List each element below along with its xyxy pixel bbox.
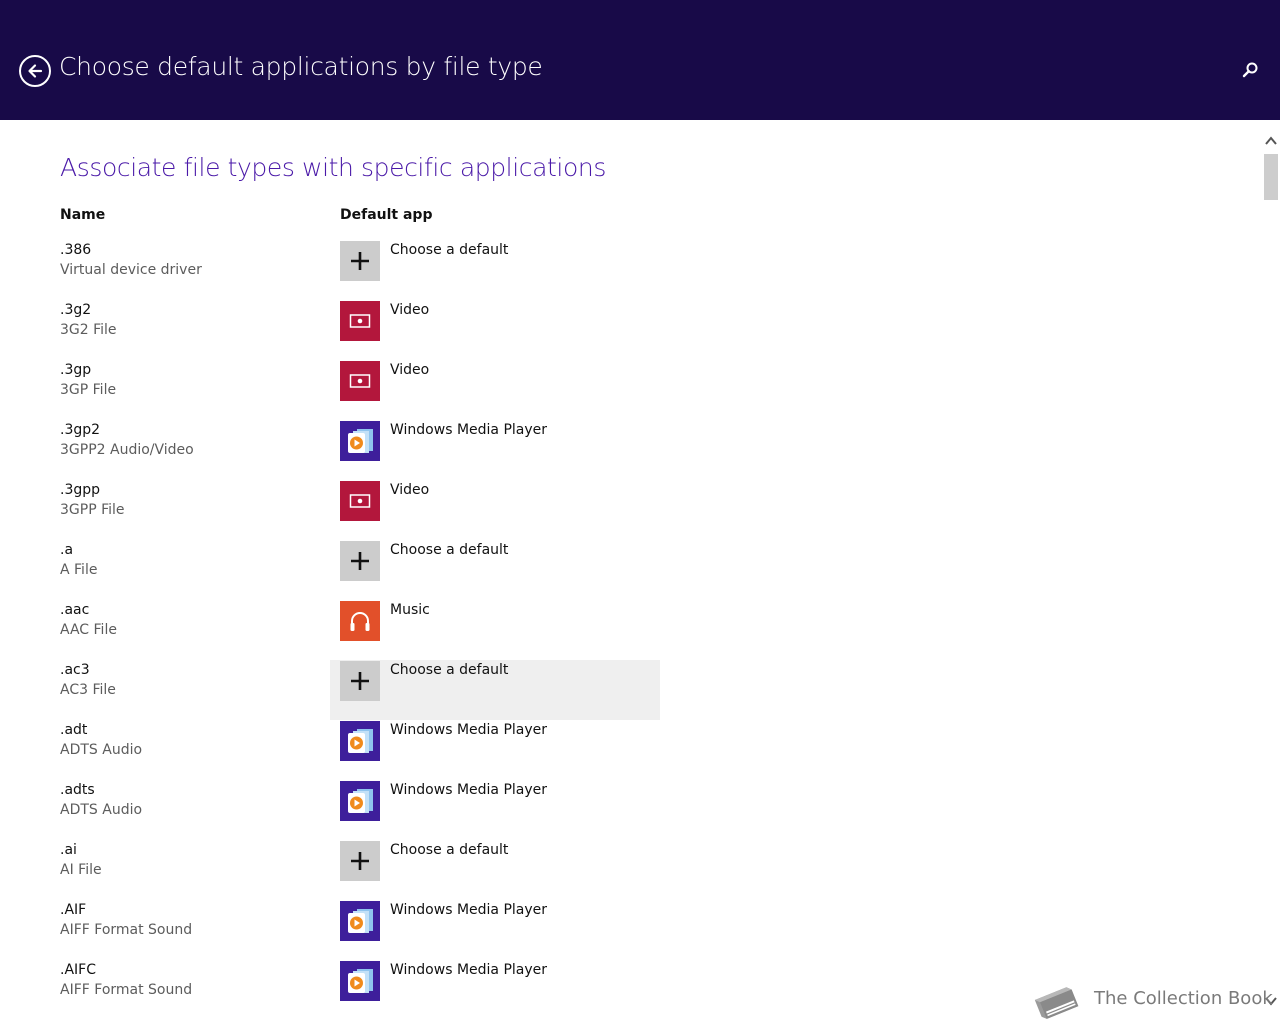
default-app-label: Choose a default xyxy=(390,842,509,858)
default-app-label: Windows Media Player xyxy=(390,422,548,438)
default-app-button[interactable]: Choose a default xyxy=(330,840,660,900)
file-type-row: .3gpp 3GPP File Video xyxy=(0,480,1262,540)
file-type-description: AIFF Format Sound xyxy=(60,922,193,938)
file-extension: .386 xyxy=(60,242,92,258)
music-icon xyxy=(340,601,380,641)
file-type-list: .386 Virtual device driver Choose a defaul… xyxy=(0,240,1262,1020)
file-type-description: AC3 File xyxy=(60,682,116,698)
default-app-button[interactable]: Windows Media Player xyxy=(330,900,660,960)
file-extension: .AIFC xyxy=(60,962,96,978)
video-icon xyxy=(340,481,380,521)
default-app-button[interactable]: Windows Media Player xyxy=(330,780,660,840)
file-type-description: 3GPP2 Audio/Video xyxy=(60,442,194,458)
file-type-description: AAC File xyxy=(60,622,117,638)
file-type-description: 3GP File xyxy=(60,382,117,398)
windows-media-player-icon xyxy=(340,781,380,821)
file-type-row: .aac AAC File Music xyxy=(0,600,1262,660)
default-app-label: Choose a default xyxy=(390,542,509,558)
default-app-label: Windows Media Player xyxy=(390,722,548,738)
default-app-label: Video xyxy=(390,362,430,378)
file-type-row: .3g2 3G2 File Video xyxy=(0,300,1262,360)
default-app-button[interactable]: Windows Media Player xyxy=(330,960,660,1020)
file-extension: .3gpp xyxy=(60,482,101,498)
windows-media-player-icon xyxy=(340,421,380,461)
default-app-label: Choose a default xyxy=(390,242,509,258)
default-app-label: Windows Media Player xyxy=(390,902,548,918)
default-app-button[interactable]: Windows Media Player xyxy=(330,720,660,780)
column-header-name: Name xyxy=(60,207,106,223)
default-app-label: Music xyxy=(390,602,430,618)
search-icon xyxy=(1242,62,1258,78)
scroll-up-icon[interactable] xyxy=(1264,134,1278,148)
file-type-row: .AIF AIFF Format Sound Windows Media Playe… xyxy=(0,900,1262,960)
file-extension: .ai xyxy=(60,842,77,858)
file-extension: .a xyxy=(60,542,74,558)
file-type-description: Virtual device driver xyxy=(60,262,202,278)
file-type-description: AI File xyxy=(60,862,102,878)
file-extension: .3gp xyxy=(60,362,92,378)
default-app-button[interactable]: Video xyxy=(330,300,660,360)
default-app-label: Video xyxy=(390,482,430,498)
title-bar: Choose default applications by file type xyxy=(0,0,1280,120)
default-app-button[interactable]: Choose a default xyxy=(330,240,660,300)
file-type-row: .ac3 AC3 File Choose a default xyxy=(0,660,1262,720)
video-icon xyxy=(340,361,380,401)
default-app-label: Windows Media Player xyxy=(390,782,548,798)
main-content: Associate file types with specific appli… xyxy=(0,120,1262,1024)
windows-media-player-icon xyxy=(340,721,380,761)
file-extension: .ac3 xyxy=(60,662,90,678)
file-type-description: AIFF Format Sound xyxy=(60,982,193,998)
file-extension: .adts xyxy=(60,782,95,798)
file-extension: .adt xyxy=(60,722,88,738)
default-app-button[interactable]: Windows Media Player xyxy=(330,420,660,480)
plus-icon xyxy=(340,841,380,881)
file-type-description: ADTS Audio xyxy=(60,742,143,758)
file-type-row: .386 Virtual device driver Choose a defaul… xyxy=(0,240,1262,300)
default-app-button[interactable]: Video xyxy=(330,360,660,420)
default-app-button[interactable]: Video xyxy=(330,480,660,540)
file-type-description: 3GPP File xyxy=(60,502,125,518)
file-type-row: .a A File Choose a default xyxy=(0,540,1262,600)
file-type-row: .3gp2 3GPP2 Audio/Video Windows Media Play… xyxy=(0,420,1262,480)
video-icon xyxy=(340,301,380,341)
plus-icon xyxy=(340,241,380,281)
column-header-default-app: Default app xyxy=(340,207,433,223)
default-app-button[interactable]: Choose a default xyxy=(330,660,660,720)
file-extension: .3gp2 xyxy=(60,422,101,438)
section-title: Associate file types with specific appli… xyxy=(60,153,606,182)
file-type-description: 3G2 File xyxy=(60,322,117,338)
back-button[interactable] xyxy=(19,55,51,87)
default-app-button[interactable]: Choose a default xyxy=(330,540,660,600)
file-type-description: ADTS Audio xyxy=(60,802,143,818)
plus-icon xyxy=(340,541,380,581)
default-app-label: Choose a default xyxy=(390,662,509,678)
search-button[interactable] xyxy=(1240,60,1260,80)
watermark: The Collection Book xyxy=(1026,972,1273,1024)
file-type-row: .adt ADTS Audio Windows Media Player xyxy=(0,720,1262,780)
plus-icon xyxy=(340,661,380,701)
default-app-label: Windows Media Player xyxy=(390,962,548,978)
file-extension: .AIF xyxy=(60,902,87,918)
page-title: Choose default applications by file type xyxy=(59,52,543,81)
book-icon xyxy=(1034,987,1079,1019)
file-type-description: A File xyxy=(60,562,98,578)
file-type-row: .ai AI File Choose a default xyxy=(0,840,1262,900)
scroll-thumb[interactable] xyxy=(1264,154,1278,200)
default-app-button[interactable]: Music xyxy=(330,600,660,660)
windows-media-player-icon xyxy=(340,961,380,1001)
windows-media-player-icon xyxy=(340,901,380,941)
file-type-row: .3gp 3GP File Video xyxy=(0,360,1262,420)
file-type-row: .adts ADTS Audio Windows Media Player xyxy=(0,780,1262,840)
file-extension: .aac xyxy=(60,602,90,618)
file-extension: .3g2 xyxy=(60,302,92,318)
vertical-scrollbar[interactable] xyxy=(1262,120,1280,1024)
back-arrow-icon xyxy=(28,64,43,78)
watermark-text: The Collection Book xyxy=(1094,988,1273,1009)
default-app-label: Video xyxy=(390,302,430,318)
